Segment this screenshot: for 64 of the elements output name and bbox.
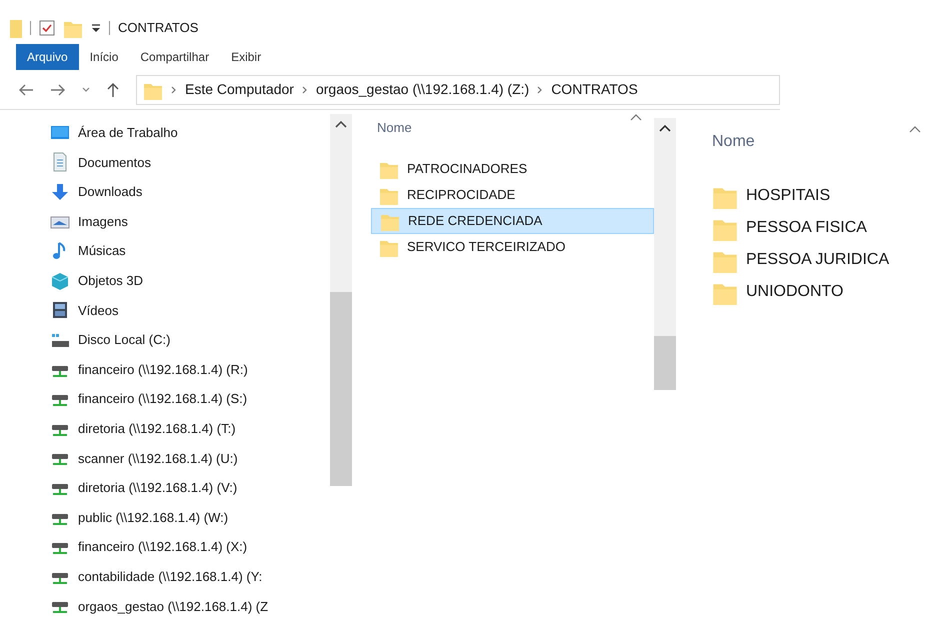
breadcrumb-item[interactable]: CONTRATOS (551, 79, 638, 100)
file-name: UNIODONTO (746, 282, 844, 302)
nav-item[interactable]: public (\\192.168.1.4) (W:) (78, 508, 228, 528)
chevron-down-icon[interactable] (82, 86, 90, 92)
file-row[interactable]: PESSOA JURIDICA (706, 244, 933, 276)
scroll-thumb[interactable] (330, 292, 352, 486)
nav-item[interactable]: Disco Local (C:) (78, 330, 170, 350)
up-icon[interactable] (106, 82, 120, 98)
nav-item[interactable]: scanner (\\192.168.1.4) (U:) (78, 448, 238, 468)
customize-icon[interactable] (91, 23, 101, 33)
nav-item[interactable]: financeiro (\\192.168.1.4) (R:) (78, 360, 248, 380)
sort-icon (909, 126, 921, 133)
file-name: PESSOA FISICA (746, 218, 867, 238)
address-bar[interactable]: Este Computador orgaos_gestao (\\192.168.1.4) (Z:) CONTRATOS (136, 74, 780, 104)
ribbon-tab[interactable]: Exibir (220, 44, 272, 70)
nav-item[interactable]: diretoria (\\192.168.1.4) (V:) (78, 478, 238, 498)
nav-item[interactable]: Músicas (78, 241, 126, 261)
sort-icon (630, 114, 642, 121)
chevron-right-icon (302, 86, 308, 94)
download-arrow-icon (50, 182, 70, 202)
file-row[interactable]: PESSOA FISICA (706, 212, 933, 244)
ribbon-tab[interactable]: Compartilhar (129, 44, 220, 70)
file-row[interactable]: UNIODONTO (706, 276, 933, 308)
column-header[interactable]: Nome (712, 130, 755, 154)
column-header[interactable]: Nome (377, 118, 412, 138)
scroll-thumb[interactable] (654, 336, 676, 390)
file-row[interactable]: RECIPROCIDADE (371, 182, 654, 208)
scroll-up-icon[interactable] (335, 120, 347, 128)
nav-item[interactable]: diretoria (\\192.168.1.4) (T:) (78, 418, 236, 438)
breadcrumb-item[interactable]: Este Computador (185, 79, 294, 100)
nav-item[interactable]: contabilidade (\\192.168.1.4) (Y: (78, 566, 262, 586)
ribbon-tab[interactable]: Início (78, 44, 130, 70)
nav-item[interactable]: Área de Trabalho (78, 123, 178, 143)
nav-item[interactable]: Objetos 3D (78, 271, 144, 291)
nav-item[interactable]: financeiro (\\192.168.1.4) (S:) (78, 389, 248, 409)
film-icon (50, 300, 70, 320)
forward-icon[interactable] (50, 82, 66, 96)
ribbon-tab[interactable]: Arquivo (16, 44, 79, 70)
nav-item[interactable]: Downloads (78, 182, 142, 202)
nav-item[interactable]: Vídeos (78, 300, 118, 320)
nav-item[interactable]: orgaos_gestao (\\192.168.1.4) (Z (78, 596, 268, 616)
file-row[interactable]: SERVICO TERCEIRIZADO (371, 234, 654, 260)
file-name: PESSOA JURIDICA (746, 250, 890, 270)
file-row[interactable]: HOSPITAIS (706, 180, 933, 212)
file-row[interactable]: REDE CREDENCIADA (371, 208, 654, 234)
scrollbar[interactable] (330, 114, 352, 486)
chevron-right-icon (171, 86, 177, 94)
cube-icon (50, 270, 70, 291)
file-row[interactable]: PATROCINADORES (371, 156, 654, 182)
file-name: HOSPITAIS (746, 186, 830, 206)
file-name: RECIPROCIDADE (407, 186, 516, 204)
breadcrumb-item[interactable]: orgaos_gestao (\\192.168.1.4) (Z:) (316, 79, 530, 100)
back-icon[interactable] (18, 82, 34, 96)
window-title: CONTRATOS (118, 19, 198, 38)
scroll-up-icon[interactable] (659, 124, 671, 132)
file-name: SERVICO TERCEIRIZADO (407, 238, 566, 256)
file-name: PATROCINADORES (407, 160, 528, 178)
nav-item[interactable]: Imagens (78, 212, 128, 232)
nav-item[interactable]: financeiro (\\192.168.1.4) (X:) (78, 537, 248, 557)
chevron-right-icon (537, 86, 544, 94)
checklist-icon[interactable] (39, 20, 55, 36)
file-name: REDE CREDENCIADA (408, 212, 542, 230)
nav-item[interactable]: Documentos (78, 152, 151, 172)
scrollbar[interactable] (654, 118, 676, 390)
